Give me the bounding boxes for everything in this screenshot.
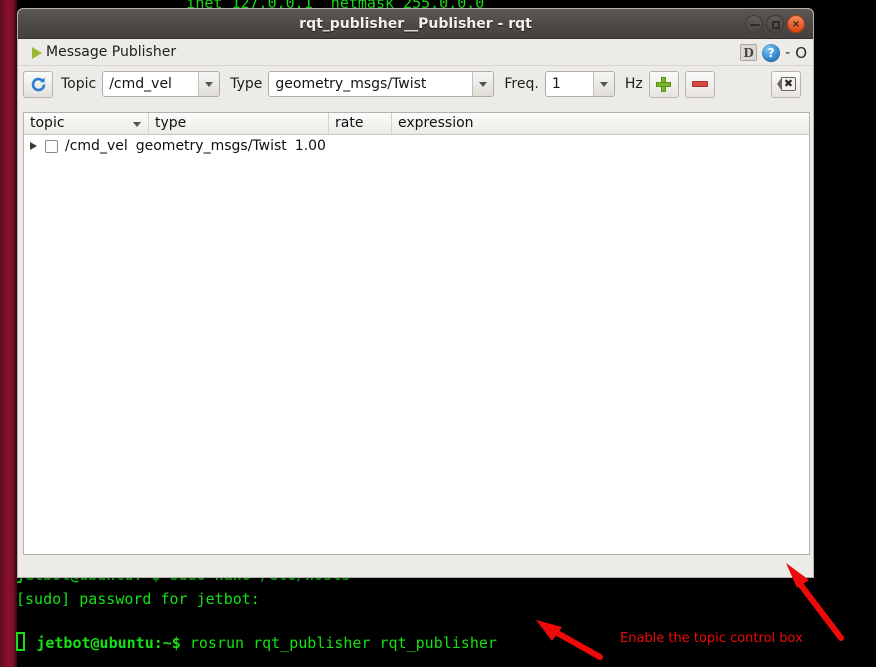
refresh-button[interactable] — [23, 70, 53, 98]
clear-all-icon: ✖ — [776, 77, 796, 91]
window-title: rqt_publisher__Publisher - rqt — [299, 16, 532, 32]
type-dropdown-arrow[interactable] — [471, 72, 494, 96]
refresh-icon — [30, 76, 47, 93]
chevron-down-icon — [204, 81, 213, 87]
publisher-table[interactable]: topic type rate expression /cmd_vel geom… — [23, 112, 810, 555]
add-publisher-button[interactable] — [648, 70, 679, 98]
rqt-publisher-window: rqt_publisher__Publisher - rqt × Message… — [17, 8, 814, 578]
maximize-button[interactable] — [766, 15, 784, 33]
annotation-arrow-to-command — [536, 620, 603, 660]
row-checkbox[interactable] — [45, 139, 58, 153]
terminal-line-rosrun: jetbot@ubuntu:~$ rosrun rqt_publisher rq… — [16, 614, 497, 667]
column-header-topic[interactable]: topic — [24, 113, 149, 134]
topic-value[interactable]: /cmd_vel — [103, 72, 197, 96]
freq-label: Freq. — [504, 76, 539, 92]
terminal-command: rosrun rqt_publisher rqt_publisher — [180, 634, 497, 652]
window-titlebar[interactable]: rqt_publisher__Publisher - rqt × — [18, 9, 813, 39]
topic-combobox[interactable]: /cmd_vel — [102, 71, 221, 97]
type-label: Type — [230, 76, 263, 92]
chevron-down-icon — [478, 81, 487, 87]
table-row[interactable]: /cmd_vel geometry_msgs/Twist 1.00 — [24, 135, 809, 157]
freq-combobox[interactable]: 1 — [544, 71, 615, 97]
type-value[interactable]: geometry_msgs/Twist — [269, 72, 471, 96]
clear-all-button[interactable]: ✖ — [771, 70, 801, 98]
cell-rate: 1.00 — [294, 138, 326, 154]
screen: inet 127.0.0.1 netmask 255.0.0.0 jetbot@… — [0, 0, 876, 667]
minimize-button[interactable] — [745, 15, 763, 33]
annotation-note: Enable the topic control box — [620, 631, 803, 646]
freq-dropdown-arrow[interactable] — [592, 72, 614, 96]
undock-icon[interactable]: - — [785, 45, 790, 61]
remove-publisher-button[interactable] — [684, 70, 715, 98]
sort-descending-icon — [133, 122, 141, 127]
topic-label: Topic — [61, 76, 97, 92]
dock-header-controls: D ? - O — [740, 39, 807, 66]
help-icon[interactable]: ? — [762, 43, 781, 62]
plus-icon — [656, 76, 672, 92]
freq-value[interactable]: 1 — [546, 72, 593, 96]
minus-icon — [691, 81, 708, 87]
column-header-type[interactable]: type — [149, 113, 329, 134]
topic-dropdown-arrow[interactable] — [197, 72, 220, 96]
dock-close-icon[interactable]: O — [795, 44, 807, 62]
close-button[interactable]: × — [787, 15, 805, 33]
terminal-prompt: jetbot@ubuntu:~$ — [36, 634, 181, 652]
play-triangle-icon — [32, 47, 42, 59]
chevron-down-icon — [599, 81, 608, 87]
table-header-row: topic type rate expression — [24, 113, 809, 135]
cell-type: geometry_msgs/Twist — [135, 138, 287, 154]
type-combobox[interactable]: geometry_msgs/Twist — [268, 71, 495, 97]
expand-arrow-icon[interactable] — [30, 142, 37, 150]
close-icon: × — [791, 19, 801, 30]
cell-topic: /cmd_vel — [65, 138, 128, 154]
terminal-cursor — [16, 632, 25, 651]
window-controls: × — [745, 15, 805, 33]
background-window-edge — [0, 0, 17, 667]
hz-label: Hz — [624, 76, 643, 92]
terminal-line-password-prompt: [sudo] password for jetbot: — [16, 590, 260, 608]
dock-widget-header: Message Publisher D ? - O — [18, 39, 813, 66]
column-header-expression[interactable]: expression — [392, 113, 809, 134]
publisher-toolbar: Topic /cmd_vel Type geometry_msgs/Twist … — [18, 66, 813, 102]
column-header-rate[interactable]: rate — [329, 113, 392, 134]
dock-badge-icon[interactable]: D — [740, 44, 758, 61]
dock-title: Message Publisher — [46, 44, 177, 60]
